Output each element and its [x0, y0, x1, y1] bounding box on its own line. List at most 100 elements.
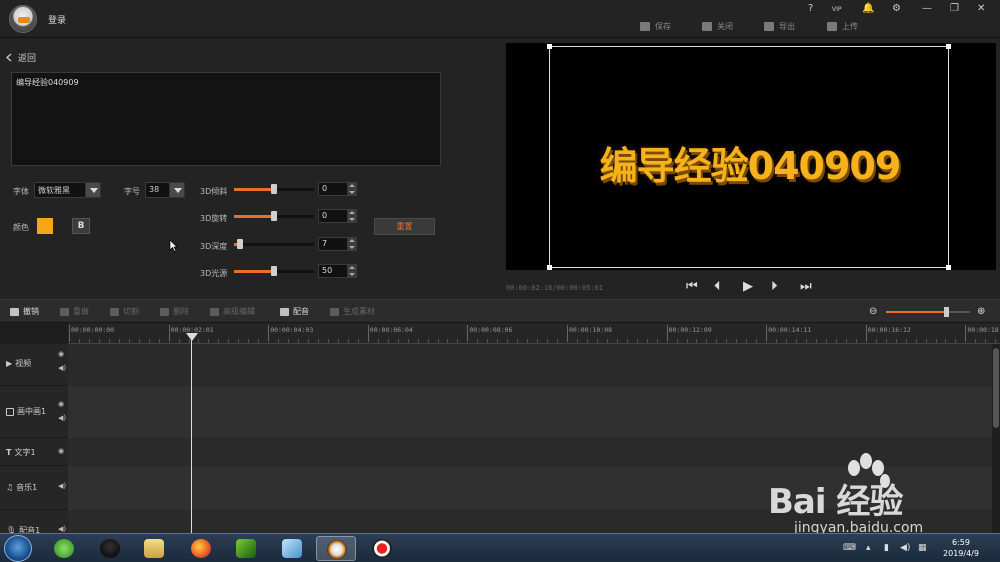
- light-value-input[interactable]: 50: [318, 264, 348, 278]
- keyboard-icon[interactable]: ⌨: [843, 543, 856, 553]
- tilt-slider[interactable]: [234, 184, 314, 194]
- ruler-minor-tick: [238, 339, 240, 343]
- speaker-icon[interactable]: ◀): [58, 364, 66, 372]
- taskbar-app-tool[interactable]: [272, 536, 312, 561]
- scrollbar-thumb[interactable]: [993, 348, 999, 428]
- restore-icon[interactable]: ❐: [950, 3, 959, 14]
- close-window-icon[interactable]: ✕: [977, 3, 985, 14]
- eye-icon[interactable]: ◉: [58, 350, 64, 358]
- font-dropdown-icon[interactable]: [85, 182, 101, 198]
- cut-button[interactable]: 切割: [110, 306, 139, 317]
- redo-button[interactable]: 重做: [60, 306, 89, 317]
- text-bounding-frame[interactable]: 编导经验040909: [547, 44, 951, 270]
- battery-icon[interactable]: ▮: [884, 543, 889, 553]
- minimize-icon[interactable]: —: [922, 3, 932, 14]
- track-header-video[interactable]: ▶ 视频 ◉ ◀): [0, 344, 68, 386]
- volume-icon[interactable]: ◀): [900, 543, 910, 553]
- chevron-up-icon[interactable]: ▴: [866, 543, 871, 553]
- upload-button[interactable]: 上传: [827, 19, 858, 33]
- close-doc-button[interactable]: 关闭: [702, 19, 733, 33]
- color-swatch[interactable]: [37, 218, 53, 234]
- generate-asset-button[interactable]: 生成素材: [330, 306, 375, 317]
- preview-canvas[interactable]: 编导经验040909: [506, 43, 996, 270]
- track-header-text[interactable]: T 文字1 ◉: [0, 438, 68, 466]
- zoom-knob[interactable]: [944, 307, 949, 317]
- skip-end-icon[interactable]: ⏭: [800, 279, 812, 294]
- save-button[interactable]: 保存: [640, 19, 671, 33]
- ruler-minor-tick: [885, 339, 887, 343]
- depth-slider[interactable]: [234, 239, 314, 249]
- back-button[interactable]: 返回: [6, 51, 36, 64]
- rotate-value-input[interactable]: 0: [318, 209, 348, 223]
- bell-icon[interactable]: 🔔: [862, 3, 874, 14]
- track-header-music[interactable]: ♫ 音乐1 ◀): [0, 466, 68, 510]
- taskbar-app-explorer[interactable]: [134, 536, 174, 561]
- taskbar-app-firefox[interactable]: [181, 536, 221, 561]
- taskbar-app-editor[interactable]: [316, 536, 356, 561]
- depth-spinner-icon[interactable]: [348, 237, 357, 251]
- help-icon[interactable]: ?: [808, 3, 813, 14]
- taskbar-app-qq[interactable]: [90, 536, 130, 561]
- reset-button[interactable]: 重置: [374, 218, 435, 235]
- light-spinner-icon[interactable]: [348, 264, 357, 278]
- tilt-value-input[interactable]: 0: [318, 182, 348, 196]
- playhead[interactable]: [191, 334, 192, 534]
- eye-icon[interactable]: ◉: [58, 447, 64, 455]
- taskbar-app-player[interactable]: [226, 536, 266, 561]
- playhead-handle[interactable]: [186, 333, 198, 341]
- resize-handle[interactable]: [547, 44, 552, 49]
- skip-start-icon[interactable]: ⏮: [686, 279, 698, 294]
- speaker-icon[interactable]: ◀): [58, 414, 66, 422]
- slider-knob[interactable]: [271, 211, 277, 221]
- speaker-icon[interactable]: ◀): [58, 525, 66, 533]
- zoom-slider[interactable]: [886, 307, 970, 317]
- track-lane-pip[interactable]: [68, 386, 992, 438]
- taskbar-clock[interactable]: 6:59 2019/4/9: [936, 537, 986, 559]
- caption-text-input[interactable]: 编导经验040909: [11, 72, 441, 166]
- dub-button[interactable]: 配音: [280, 306, 309, 317]
- export-button[interactable]: 导出: [764, 19, 795, 33]
- font-select[interactable]: 微软雅黑: [34, 182, 86, 198]
- step-forward-icon[interactable]: ⏵: [771, 279, 778, 294]
- track-lane-video[interactable]: [68, 344, 992, 386]
- bold-button[interactable]: B: [72, 218, 90, 234]
- zoom-in-icon[interactable]: ⊕: [977, 306, 985, 317]
- ruler-minor-tick: [357, 339, 359, 343]
- timeline-ruler[interactable]: 00:00:00:00 00:00:02:01 00:00:04:03 00:00:0…: [68, 323, 1000, 344]
- slider-knob[interactable]: [271, 184, 277, 194]
- speaker-icon[interactable]: ◀): [58, 482, 66, 490]
- resize-handle[interactable]: [946, 44, 951, 49]
- ruler-minor-tick: [925, 339, 927, 343]
- ruler-major-tick: [168, 325, 170, 342]
- slider-knob[interactable]: [271, 266, 277, 276]
- login-link[interactable]: 登录: [48, 13, 66, 26]
- slider-knob[interactable]: [236, 239, 243, 249]
- tilt-spinner-icon[interactable]: [348, 182, 357, 196]
- start-button[interactable]: [4, 535, 32, 562]
- undo-button[interactable]: 撤销: [10, 306, 39, 317]
- rotate-spinner-icon[interactable]: [348, 209, 357, 223]
- resize-handle[interactable]: [547, 265, 552, 270]
- size-select[interactable]: 38: [145, 182, 170, 198]
- network-icon[interactable]: ▦: [918, 543, 927, 553]
- size-dropdown-icon[interactable]: [169, 182, 185, 198]
- step-back-icon[interactable]: ⏴: [714, 279, 721, 294]
- depth-value-input[interactable]: 7: [318, 237, 348, 251]
- gear-icon[interactable]: ⚙: [892, 3, 901, 14]
- advanced-edit-button[interactable]: 高级编辑: [210, 306, 255, 317]
- delete-button[interactable]: 删除: [160, 306, 189, 317]
- eye-icon[interactable]: ◉: [58, 400, 64, 408]
- play-icon[interactable]: ▶: [743, 279, 753, 294]
- track-header-dub[interactable]: 🎙 配音1 ◀): [0, 510, 68, 535]
- vip-icon[interactable]: VIP: [832, 6, 842, 13]
- resize-handle[interactable]: [946, 265, 951, 270]
- taskbar-app-360[interactable]: [44, 536, 84, 561]
- ruler-minor-tick: [736, 339, 738, 343]
- ruler-label: 00:00:16:12: [867, 326, 911, 334]
- rotate-slider[interactable]: [234, 211, 314, 221]
- taskbar-app-recorder[interactable]: [362, 536, 402, 561]
- light-slider[interactable]: [234, 266, 314, 276]
- ruler-minor-tick: [527, 339, 529, 343]
- track-header-pip[interactable]: 画中画1 ◉ ◀): [0, 386, 68, 438]
- zoom-out-icon[interactable]: ⊖: [869, 306, 877, 317]
